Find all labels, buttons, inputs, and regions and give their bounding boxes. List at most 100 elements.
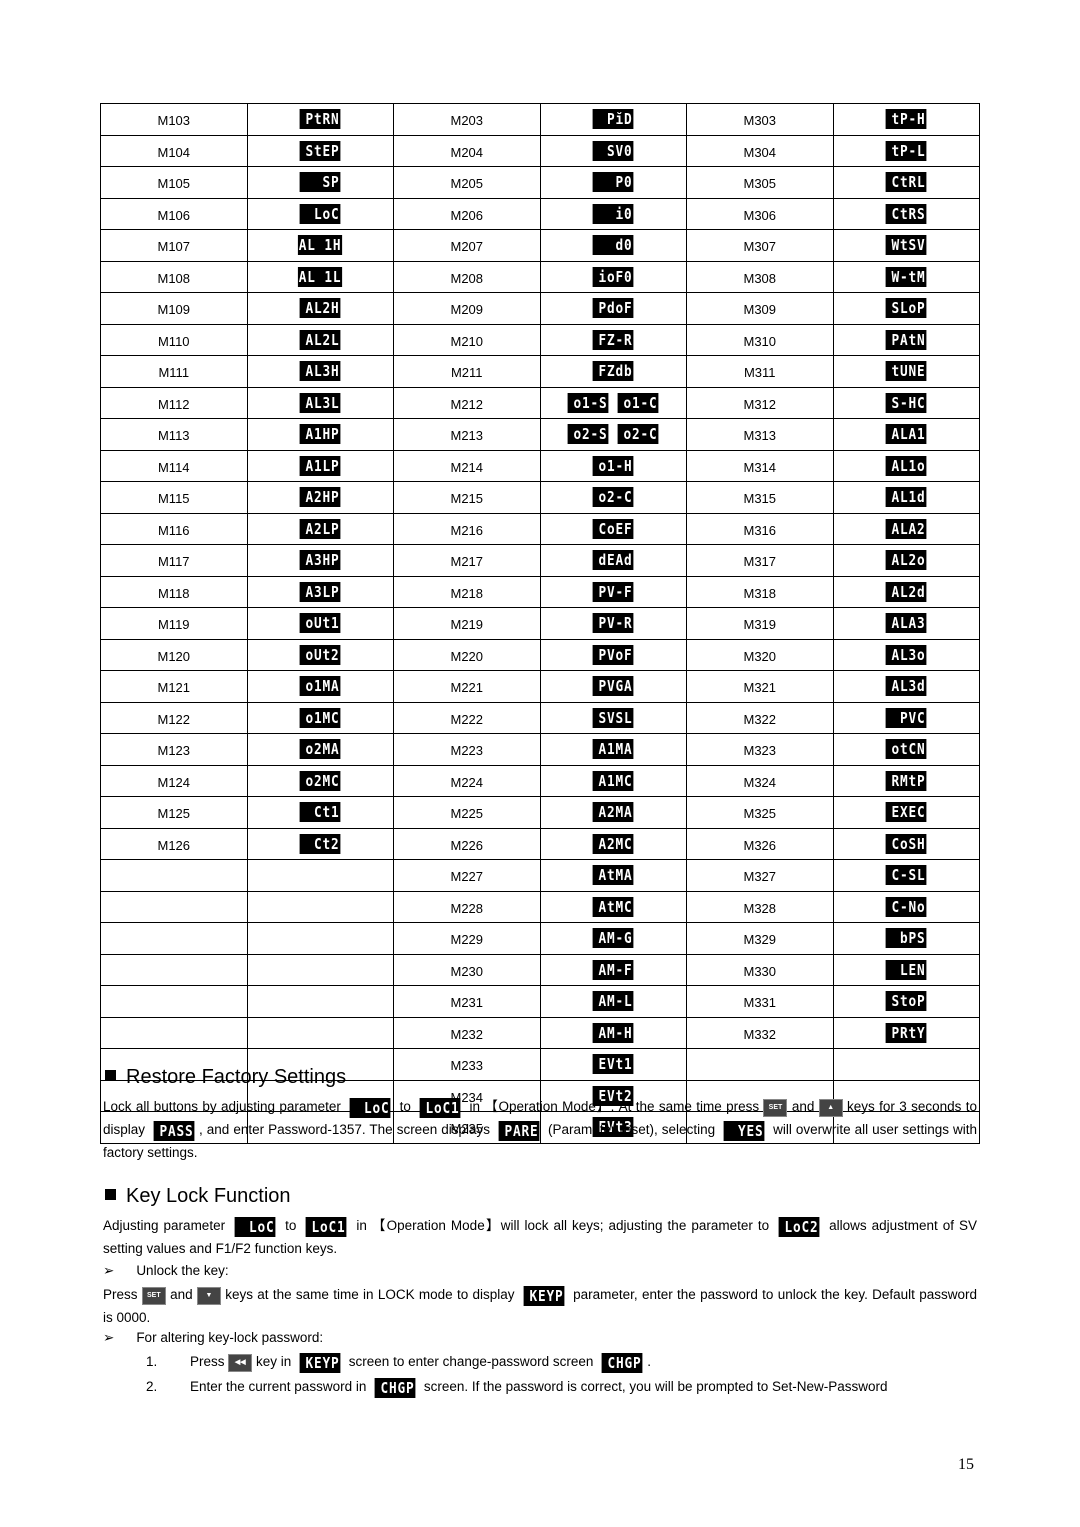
parameter-code xyxy=(100,890,248,923)
display-cell xyxy=(246,890,394,923)
text-run: Press xyxy=(190,1354,229,1369)
display-cell: AL3d xyxy=(832,670,980,703)
parameter-code: M327 xyxy=(686,859,834,892)
segment-display: EXEC xyxy=(885,802,927,823)
table-row: M107 AL 1H M207 d0 M307 WtSV xyxy=(100,229,980,262)
display-cell: EVt1 xyxy=(539,1048,687,1081)
table-row: M126 Ct2 M226 A2MC M326 CoSH xyxy=(100,827,980,860)
display-cell: o1-H xyxy=(539,449,687,482)
display-cell: ALA2 xyxy=(832,512,980,545)
display-cell: A2MA xyxy=(539,796,687,829)
text-run: keys at the same time in LOCK mode to di… xyxy=(220,1287,519,1302)
display-cell: oUt2 xyxy=(246,638,394,671)
display-cell: A2LP xyxy=(246,512,394,545)
parameter-code: M315 xyxy=(686,481,834,514)
table-row: M114 A1LP M214 o1-H M314 AL1o xyxy=(100,449,980,482)
display-cell: P0 xyxy=(539,166,687,199)
display-cell: bPS xyxy=(832,922,980,955)
table-row: M115 A2HP M215 o2-C M315 AL1d xyxy=(100,481,980,514)
parameter-code: M124 xyxy=(100,764,248,797)
display-cell: tP-L xyxy=(832,134,980,167)
key-button-icon: ▼ xyxy=(196,1287,221,1305)
display-cell: oUt1 xyxy=(246,607,394,640)
segment-display: ALA3 xyxy=(885,613,927,634)
text-run: screen. If the password is correct, you … xyxy=(420,1379,888,1394)
display-cell: SP xyxy=(246,166,394,199)
display-cell: PV-F xyxy=(539,575,687,608)
display-cell: PV-R xyxy=(539,607,687,640)
display-cell: A1MC xyxy=(539,764,687,797)
display-cell: otCN xyxy=(832,733,980,766)
display-cell: A3LP xyxy=(246,575,394,608)
segment-display: AL2o xyxy=(885,550,927,571)
display-cell: SVSL xyxy=(539,701,687,734)
segment-display: YES xyxy=(723,1121,765,1141)
parameter-code: M111 xyxy=(100,355,248,388)
parameter-code: M233 xyxy=(393,1048,541,1081)
display-cell: PAtN xyxy=(832,323,980,356)
display-cell: AL 1L xyxy=(246,260,394,293)
segment-display: ALA2 xyxy=(885,518,927,539)
parameter-code: M226 xyxy=(393,827,541,860)
table-row: M105 SP M205 P0 M305 CtRL xyxy=(100,166,980,199)
display-cell: WtSV xyxy=(832,229,980,262)
segment-display: CHGP xyxy=(374,1378,416,1398)
parameter-code: M125 xyxy=(100,796,248,829)
table-row: M120 oUt2 M220 PVoF M320 AL3o xyxy=(100,638,980,671)
parameter-code: M203 xyxy=(393,103,541,136)
segment-display: A3LP xyxy=(299,581,341,602)
display-cell: o2-S o2-C xyxy=(539,418,687,451)
display-cell xyxy=(246,859,394,892)
parameter-code: M218 xyxy=(393,575,541,608)
table-row: M227 AtMA M327 C-SL xyxy=(100,859,980,892)
parameter-code: M118 xyxy=(100,575,248,608)
table-row: M122 o1MC M222 SVSL M322 PVC xyxy=(100,701,980,734)
step1-number: 1. xyxy=(146,1354,158,1369)
display-cell: AL2H xyxy=(246,292,394,325)
key-button-icon: ◀◀ xyxy=(228,1354,253,1372)
display-cell: CtRL xyxy=(832,166,980,199)
parameter-code: M109 xyxy=(100,292,248,325)
segment-display: S-HC xyxy=(885,392,927,413)
restore-title: Restore Factory Settings xyxy=(126,1066,347,1088)
parameter-code: M214 xyxy=(393,449,541,482)
parameter-code: M217 xyxy=(393,544,541,577)
display-cell: d0 xyxy=(539,229,687,262)
step2-text: Enter the current password in CHGP scree… xyxy=(190,1375,977,1398)
segment-display: dEAd xyxy=(592,550,634,571)
segment-display: o1-S xyxy=(567,392,609,413)
display-cell: CoSH xyxy=(832,827,980,860)
parameter-code: M107 xyxy=(100,229,248,262)
parameter-code: M328 xyxy=(686,890,834,923)
parameter-code: M215 xyxy=(393,481,541,514)
parameter-code xyxy=(100,1016,248,1049)
display-cell: AM-G xyxy=(539,922,687,955)
display-cell: PVC xyxy=(832,701,980,734)
segment-display: A3HP xyxy=(299,550,341,571)
segment-display: SV0 xyxy=(592,140,634,161)
alter-bullet: ➢ For altering key-lock password: xyxy=(103,1330,323,1346)
segment-display: LoC xyxy=(234,1217,276,1237)
segment-display: tUNE xyxy=(885,361,927,382)
segment-display: StEP xyxy=(299,140,341,161)
display-cell: o1MC xyxy=(246,701,394,734)
parameter-code: M211 xyxy=(393,355,541,388)
segment-display: PV-F xyxy=(592,581,634,602)
parameter-code: M210 xyxy=(393,323,541,356)
parameter-code: M216 xyxy=(393,512,541,545)
text-run: . xyxy=(647,1354,651,1369)
text-run: , and enter Password-1357. The screen di… xyxy=(199,1122,494,1137)
text-run: screen to enter change-password screen xyxy=(345,1354,598,1369)
display-cell: FZ-R xyxy=(539,323,687,356)
parameter-code: M232 xyxy=(393,1016,541,1049)
display-cell: AL2d xyxy=(832,575,980,608)
segment-display: KEYP xyxy=(299,1353,341,1373)
parameter-code: M104 xyxy=(100,134,248,167)
parameter-code: M330 xyxy=(686,953,834,986)
parameter-code: M225 xyxy=(393,796,541,829)
segment-display: LEN xyxy=(885,959,927,980)
table-row: M230 AM-F M330 LEN xyxy=(100,953,980,986)
segment-display: PASS xyxy=(153,1121,195,1141)
display-cell: C-SL xyxy=(832,859,980,892)
display-cell: SV0 xyxy=(539,134,687,167)
